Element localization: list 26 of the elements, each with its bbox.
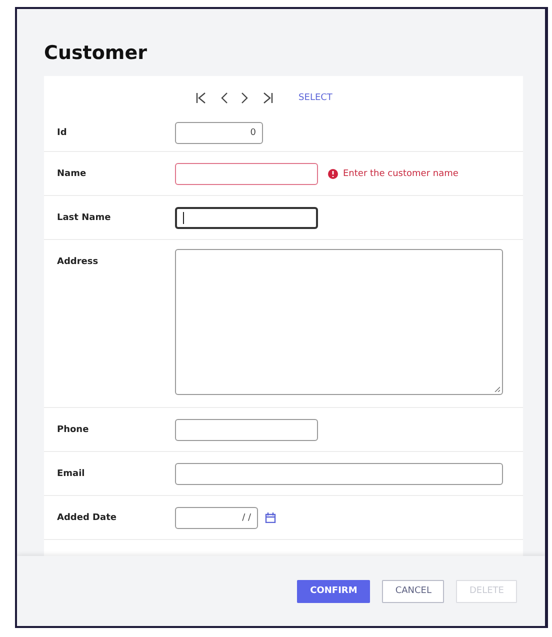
calendar-icon[interactable] [265,512,276,523]
error-icon [328,168,338,178]
input-field[interactable] [175,162,318,184]
last-icon[interactable] [262,92,274,104]
action-button[interactable]: CANCEL [382,580,444,602]
field-label: Phone [57,424,90,434]
confirm-button[interactable]: CONFIRM [297,580,370,602]
field-label: Name [57,168,88,178]
error-message: Enter the customer name [343,168,458,178]
previous-icon[interactable] [220,92,228,104]
field-label: Email [57,468,86,478]
address-field[interactable] [175,249,503,395]
resize-grip-icon[interactable] [494,386,500,392]
page-title: Customer [44,42,148,64]
field-label: Address [57,257,100,267]
input-field[interactable] [175,418,318,440]
next-icon[interactable] [240,92,249,104]
field-label: Added Date [57,512,118,522]
first-icon[interactable] [194,92,207,104]
input-field[interactable] [175,206,318,228]
input-field[interactable] [175,462,503,484]
input-field[interactable]: / / [175,506,258,528]
field-label: Id [57,128,68,138]
input-field[interactable]: 0 [175,122,263,144]
field-label: Last Name [57,212,112,222]
select-link[interactable]: SELECT [298,93,332,103]
